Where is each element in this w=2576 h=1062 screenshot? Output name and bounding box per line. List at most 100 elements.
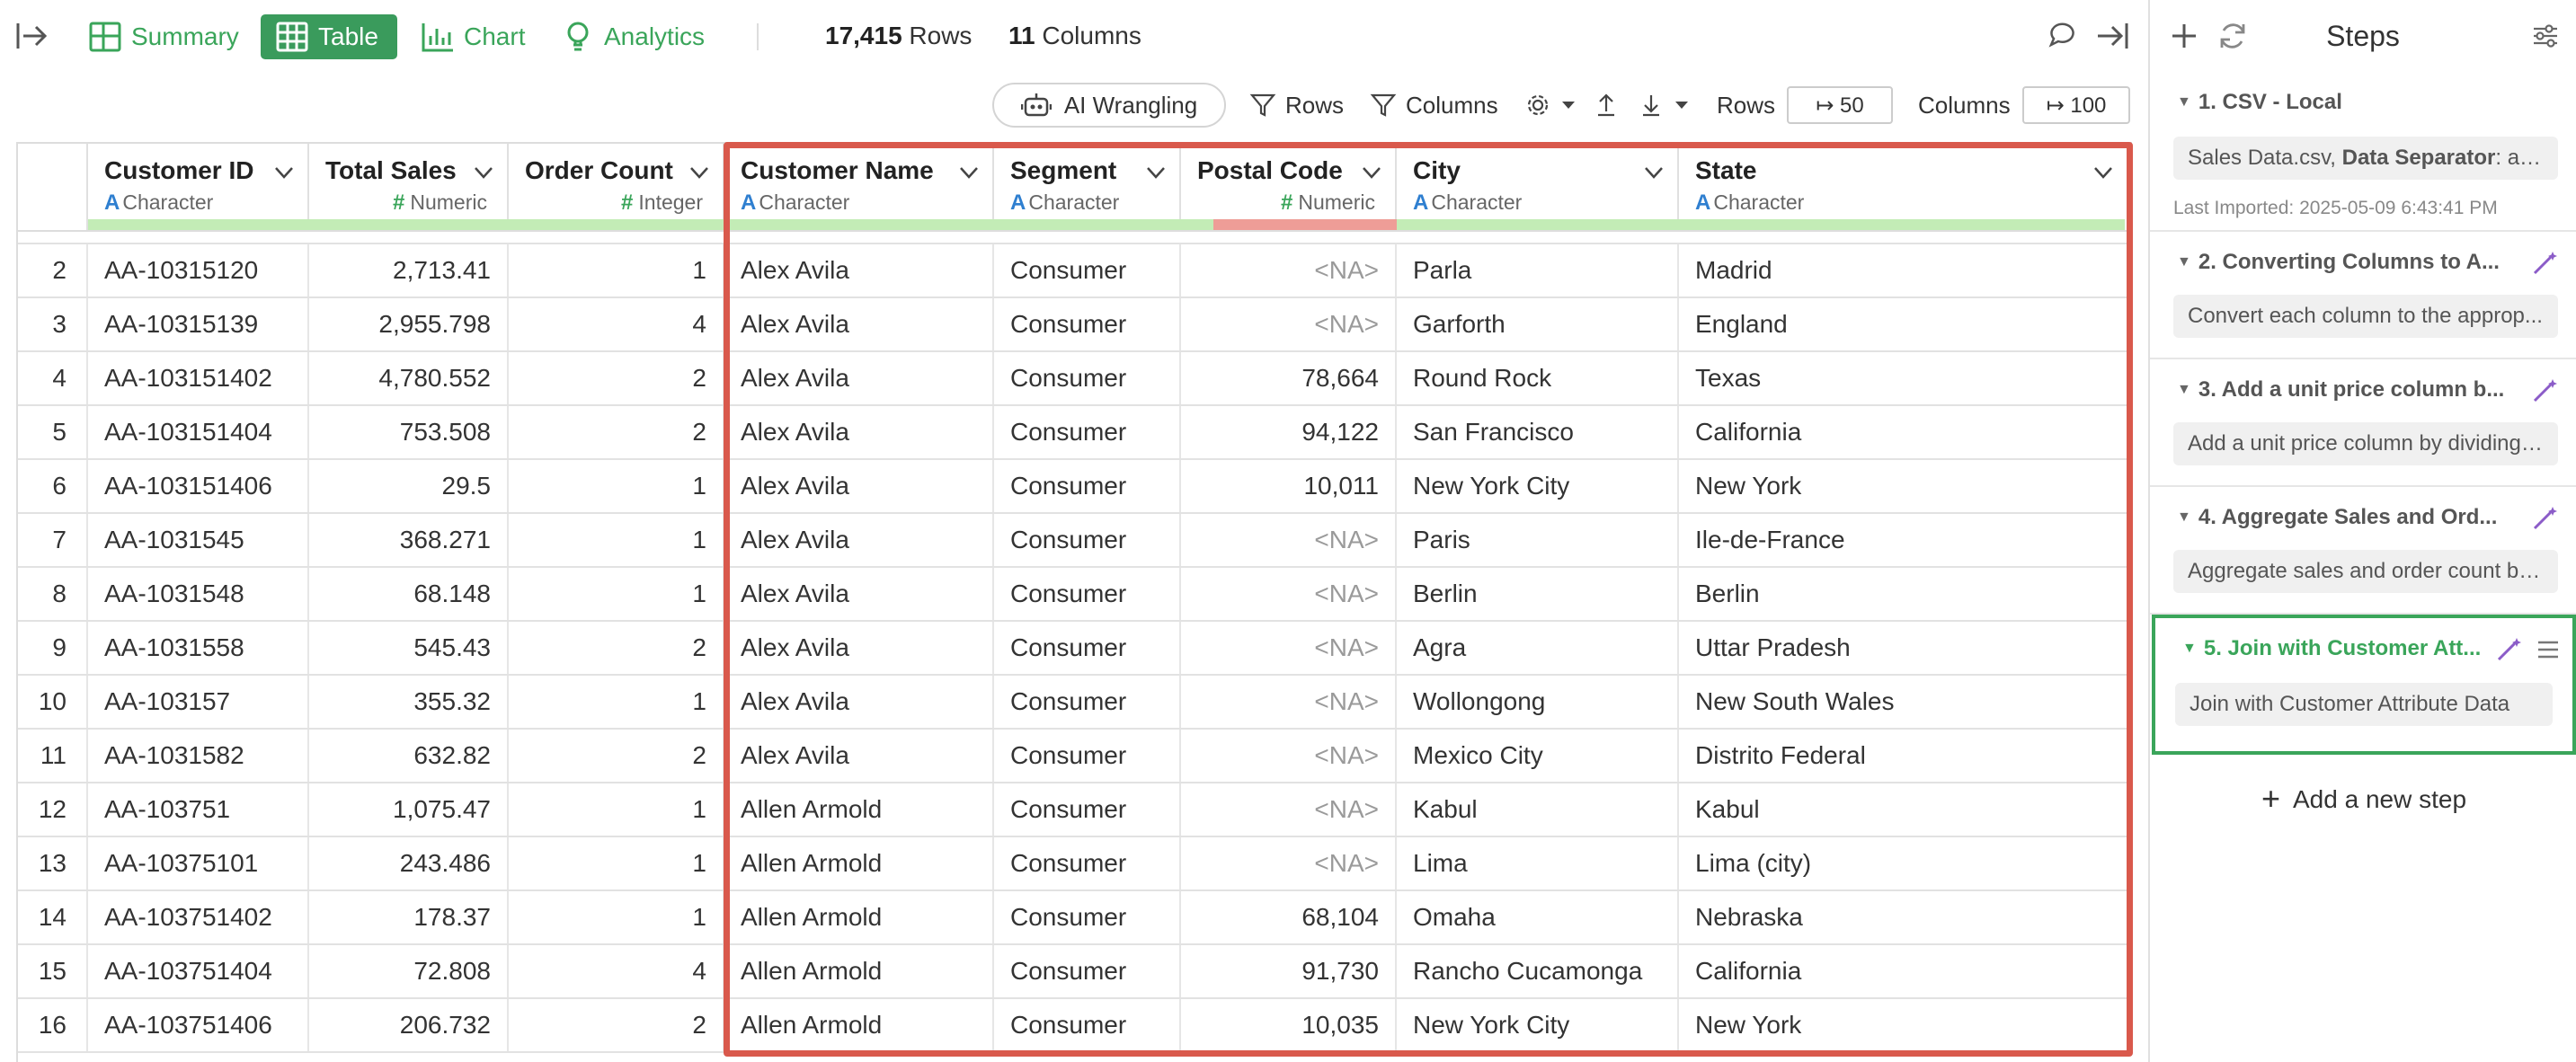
cell-state[interactable]: England [1679, 298, 2132, 350]
cell-city[interactable]: Paris [1397, 514, 1679, 566]
cell-customer-name[interactable]: Allen Armold [724, 783, 994, 836]
cell-segment[interactable]: Consumer [994, 783, 1181, 836]
cell-customer-name[interactable]: Alex Avila [724, 460, 994, 512]
collapse-right-icon[interactable] [2094, 20, 2130, 52]
cell-total-sales[interactable]: 72.808 [309, 945, 509, 997]
column-header-postal-code[interactable]: Postal Code # Numeric [1181, 144, 1397, 230]
cell-state[interactable]: Nebraska [1679, 891, 2132, 943]
cell-city[interactable]: Mexico City [1397, 730, 1679, 782]
cell-customer-id[interactable]: AA-10315120 [88, 244, 309, 296]
cell-customer-id[interactable]: AA-103751404 [88, 945, 309, 997]
comment-icon[interactable] [2046, 20, 2082, 52]
cell-state[interactable]: Lima (city) [1679, 837, 2132, 889]
cell-city[interactable]: Omaha [1397, 891, 1679, 943]
settings-sliders-icon[interactable] [2531, 22, 2560, 50]
cell-state[interactable]: Uttar Pradesh [1679, 622, 2132, 674]
cell-postal-code[interactable]: <NA> [1181, 730, 1397, 782]
cell-state[interactable]: California [1679, 406, 2132, 458]
cell-city[interactable]: San Francisco [1397, 406, 1679, 458]
cell-segment[interactable]: Consumer [994, 945, 1181, 997]
cell-segment[interactable]: Consumer [994, 460, 1181, 512]
cell-total-sales[interactable]: 206.732 [309, 999, 509, 1051]
cell-order-count[interactable]: 1 [509, 514, 724, 566]
cell-customer-id[interactable]: AA-103151406 [88, 460, 309, 512]
step-3[interactable]: ▼ 3. Add a unit price column b... Add a u… [2150, 361, 2576, 487]
column-header-state[interactable]: State A Character [1679, 144, 2132, 230]
cell-order-count[interactable]: 2 [509, 999, 724, 1051]
cell-segment[interactable]: Consumer [994, 298, 1181, 350]
cell-total-sales[interactable]: 632.82 [309, 730, 509, 782]
cell-customer-id[interactable]: AA-103751 [88, 783, 309, 836]
cell-total-sales[interactable]: 2,955.798 [309, 298, 509, 350]
cell-postal-code[interactable]: 91,730 [1181, 945, 1397, 997]
cell-postal-code[interactable]: 68,104 [1181, 891, 1397, 943]
cell-customer-id[interactable]: AA-10375101 [88, 837, 309, 889]
cell-postal-code[interactable]: 10,035 [1181, 999, 1397, 1051]
cell-state[interactable]: Madrid [1679, 244, 2132, 296]
column-header-segment[interactable]: Segment A Character [994, 144, 1181, 230]
cell-order-count[interactable]: 1 [509, 676, 724, 728]
cell-customer-name[interactable]: Allen Armold [724, 837, 994, 889]
step-2[interactable]: ▼ 2. Converting Columns to A... Convert e… [2150, 234, 2576, 359]
cell-city[interactable]: New York City [1397, 460, 1679, 512]
column-header-customer-id[interactable]: Customer ID A Character [88, 144, 309, 230]
collapse-left-icon[interactable] [14, 20, 50, 52]
cell-customer-id[interactable]: AA-103151404 [88, 406, 309, 458]
cell-customer-name[interactable]: Alex Avila [724, 676, 994, 728]
rows-limit-input[interactable]: ↦ 50 [1787, 86, 1893, 124]
cell-order-count[interactable]: 1 [509, 244, 724, 296]
ai-wrangling-button[interactable]: AI Wrangling [992, 83, 1226, 128]
cell-order-count[interactable]: 1 [509, 891, 724, 943]
settings-dropdown-button[interactable] [1524, 88, 1577, 122]
cell-segment[interactable]: Consumer [994, 676, 1181, 728]
cell-total-sales[interactable]: 1,075.47 [309, 783, 509, 836]
chevron-down-icon[interactable] [1145, 162, 1167, 183]
cell-customer-name[interactable]: Alex Avila [724, 406, 994, 458]
step-4[interactable]: ▼ 4. Aggregate Sales and Ord... Aggregate… [2150, 489, 2576, 615]
cell-total-sales[interactable]: 355.32 [309, 676, 509, 728]
cell-customer-name[interactable]: Alex Avila [724, 298, 994, 350]
cell-order-count[interactable]: 1 [509, 837, 724, 889]
column-header-city[interactable]: City A Character [1397, 144, 1679, 230]
summary-view-button[interactable]: Summary [74, 14, 253, 59]
chevron-down-icon[interactable] [1643, 162, 1665, 183]
cell-segment[interactable]: Consumer [994, 730, 1181, 782]
chevron-down-icon[interactable] [1361, 162, 1382, 183]
add-new-step-button[interactable]: + Add a new step [2150, 780, 2576, 818]
cell-total-sales[interactable]: 178.37 [309, 891, 509, 943]
cell-order-count[interactable]: 4 [509, 298, 724, 350]
cell-segment[interactable]: Consumer [994, 352, 1181, 404]
cell-state[interactable]: Berlin [1679, 568, 2132, 620]
cell-customer-id[interactable]: AA-1031558 [88, 622, 309, 674]
cell-total-sales[interactable]: 243.486 [309, 837, 509, 889]
cell-postal-code[interactable]: <NA> [1181, 514, 1397, 566]
cell-total-sales[interactable]: 4,780.552 [309, 352, 509, 404]
cell-order-count[interactable]: 4 [509, 945, 724, 997]
cell-customer-name[interactable]: Alex Avila [724, 514, 994, 566]
cell-customer-name[interactable]: Alex Avila [724, 568, 994, 620]
cell-customer-id[interactable]: AA-103751406 [88, 999, 309, 1051]
cell-postal-code[interactable]: 10,011 [1181, 460, 1397, 512]
analytics-view-button[interactable]: Analytics [546, 14, 719, 59]
step-1[interactable]: ▼ 1. CSV - Local Sales Data.csv, Data Sep… [2150, 74, 2576, 232]
cell-postal-code[interactable]: <NA> [1181, 676, 1397, 728]
cell-segment[interactable]: Consumer [994, 406, 1181, 458]
cell-segment[interactable]: Consumer [994, 514, 1181, 566]
cell-order-count[interactable]: 2 [509, 406, 724, 458]
cell-customer-name[interactable]: Allen Armold [724, 999, 994, 1051]
cell-postal-code[interactable]: <NA> [1181, 837, 1397, 889]
cell-state[interactable]: New South Wales [1679, 676, 2132, 728]
cell-segment[interactable]: Consumer [994, 244, 1181, 296]
table-view-button[interactable]: Table [261, 14, 397, 59]
cell-segment[interactable]: Consumer [994, 891, 1181, 943]
cell-state[interactable]: New York [1679, 999, 2132, 1051]
cell-postal-code[interactable]: 94,122 [1181, 406, 1397, 458]
cell-city[interactable]: Garforth [1397, 298, 1679, 350]
cell-city[interactable]: Parla [1397, 244, 1679, 296]
cell-customer-id[interactable]: AA-10315139 [88, 298, 309, 350]
cell-state[interactable]: California [1679, 945, 2132, 997]
cell-postal-code[interactable]: <NA> [1181, 568, 1397, 620]
cell-total-sales[interactable]: 753.508 [309, 406, 509, 458]
cell-customer-name[interactable]: Alex Avila [724, 352, 994, 404]
cell-postal-code[interactable]: <NA> [1181, 622, 1397, 674]
